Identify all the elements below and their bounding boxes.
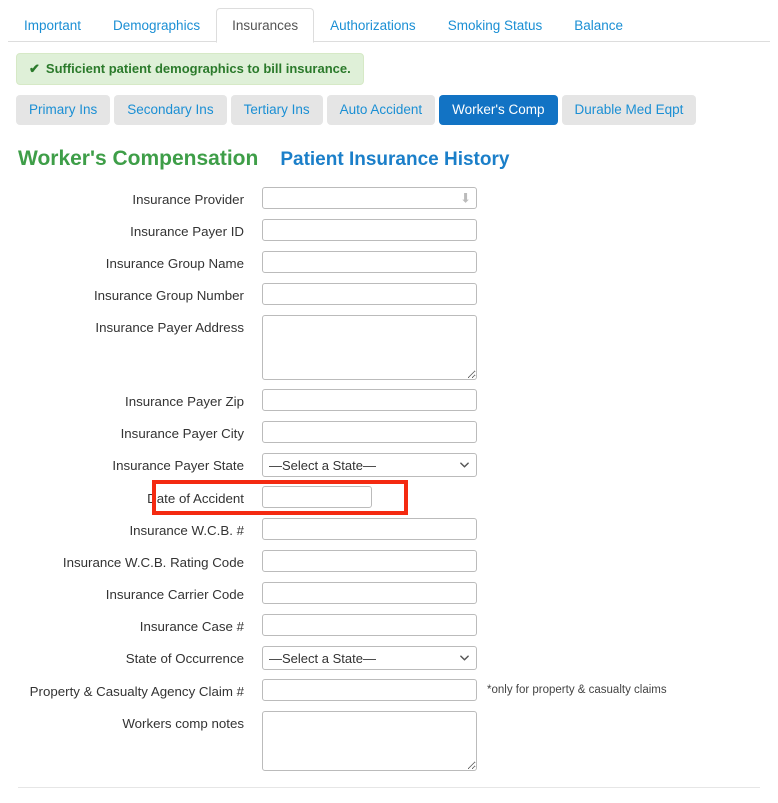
- status-banner-text: Sufficient patient demographics to bill …: [45, 61, 351, 76]
- field-row-insurance-payer-address: Insurance Payer Address: [0, 315, 778, 380]
- field-row-insurance-group-name: Insurance Group Name: [0, 251, 778, 274]
- property-casualty-claim-input[interactable]: [262, 679, 477, 701]
- label-insurance-group-name: Insurance Group Name: [105, 256, 244, 271]
- label-insurance-provider: Insurance Provider: [132, 192, 244, 207]
- field-row-insurance-payer-zip: Insurance Payer Zip: [0, 389, 778, 412]
- label-date-of-accident: Date of Accident: [147, 491, 244, 506]
- insurance-wcb-number-input[interactable]: [262, 518, 477, 540]
- status-banner-sufficient-demographics: ✔ Sufficient patient demographics to bil…: [16, 53, 364, 85]
- insurance-wcb-rating-code-input[interactable]: [262, 550, 477, 572]
- insurance-payer-city-input[interactable]: [262, 421, 477, 443]
- insurance-provider-input[interactable]: [262, 187, 477, 209]
- main-tab-bar: Important Demographics Insurances Author…: [8, 0, 770, 43]
- footer-actions: Save Demographics: [0, 788, 778, 803]
- label-insurance-payer-zip: Insurance Payer Zip: [125, 394, 244, 409]
- label-insurance-group-number: Insurance Group Number: [93, 288, 244, 303]
- workers-comp-form: Insurance Provider ⬇ Insurance Payer ID …: [0, 187, 778, 771]
- field-row-date-of-accident: Date of Accident: [0, 486, 778, 509]
- label-workers-comp-notes: Workers comp notes: [122, 716, 244, 731]
- field-row-insurance-payer-id: Insurance Payer ID: [0, 219, 778, 242]
- field-row-insurance-payer-city: Insurance Payer City: [0, 421, 778, 444]
- tab-demographics[interactable]: Demographics: [97, 8, 216, 43]
- insurance-payer-id-input[interactable]: [262, 219, 477, 241]
- label-insurance-case-number: Insurance Case #: [139, 619, 244, 634]
- label-state-of-occurrence: State of Occurrence: [125, 651, 244, 666]
- field-row-insurance-payer-state: Insurance Payer State —Select a State—: [0, 453, 778, 477]
- patient-insurance-history-link[interactable]: Patient Insurance History: [280, 149, 509, 171]
- workers-comp-notes-textarea[interactable]: [262, 711, 477, 771]
- section-heading-group: Worker's Compensation Patient Insurance …: [18, 147, 778, 171]
- subtab-workers-comp[interactable]: Worker's Comp: [439, 95, 558, 125]
- field-row-insurance-wcb-number: Insurance W.C.B. #: [0, 518, 778, 541]
- insurance-subtab-bar: Primary Ins Secondary Ins Tertiary Ins A…: [16, 95, 762, 125]
- field-row-insurance-wcb-rating-code: Insurance W.C.B. Rating Code: [0, 550, 778, 573]
- insurance-carrier-code-input[interactable]: [262, 582, 477, 604]
- tab-important[interactable]: Important: [8, 8, 97, 43]
- tab-insurances[interactable]: Insurances: [216, 8, 315, 43]
- tab-balance[interactable]: Balance: [558, 8, 639, 43]
- label-insurance-payer-state: Insurance Payer State: [112, 458, 244, 473]
- label-property-casualty-claim: Property & Casualty Agency Claim #: [29, 684, 244, 699]
- label-insurance-wcb-number: Insurance W.C.B. #: [129, 523, 244, 538]
- field-row-insurance-case-number: Insurance Case #: [0, 614, 778, 637]
- field-row-insurance-carrier-code: Insurance Carrier Code: [0, 582, 778, 605]
- label-insurance-carrier-code: Insurance Carrier Code: [105, 587, 244, 602]
- insurance-payer-address-textarea[interactable]: [262, 315, 477, 380]
- insurance-payer-state-select[interactable]: —Select a State—: [262, 453, 477, 477]
- field-row-insurance-group-number: Insurance Group Number: [0, 283, 778, 306]
- page-title: Worker's Compensation: [18, 147, 259, 170]
- insurance-case-number-input[interactable]: [262, 614, 477, 636]
- label-insurance-payer-id: Insurance Payer ID: [130, 224, 244, 239]
- subtab-durable-med-eqpt[interactable]: Durable Med Eqpt: [561, 95, 697, 125]
- label-insurance-payer-address: Insurance Payer Address: [95, 320, 244, 335]
- insurance-group-name-input[interactable]: [262, 251, 477, 273]
- field-row-property-casualty-claim: Property & Casualty Agency Claim # *only…: [0, 679, 778, 702]
- property-casualty-claim-note: *only for property & casualty claims: [487, 684, 667, 696]
- label-insurance-payer-city: Insurance Payer City: [120, 426, 244, 441]
- tab-authorizations[interactable]: Authorizations: [314, 8, 432, 43]
- field-row-insurance-provider: Insurance Provider ⬇: [0, 187, 778, 210]
- check-icon: ✔: [29, 61, 40, 76]
- subtab-tertiary-ins[interactable]: Tertiary Ins: [230, 95, 323, 125]
- field-row-state-of-occurrence: State of Occurrence —Select a State—: [0, 646, 778, 670]
- insurance-group-number-input[interactable]: [262, 283, 477, 305]
- subtab-auto-accident[interactable]: Auto Accident: [326, 95, 436, 125]
- subtab-primary-ins[interactable]: Primary Ins: [16, 95, 111, 125]
- subtab-secondary-ins[interactable]: Secondary Ins: [114, 95, 227, 125]
- insurance-payer-zip-input[interactable]: [262, 389, 477, 411]
- state-of-occurrence-select[interactable]: —Select a State—: [262, 646, 477, 670]
- label-insurance-wcb-rating-code: Insurance W.C.B. Rating Code: [62, 555, 244, 570]
- field-row-workers-comp-notes: Workers comp notes: [0, 711, 778, 771]
- date-of-accident-input[interactable]: [262, 486, 372, 508]
- tab-smoking-status[interactable]: Smoking Status: [432, 8, 559, 43]
